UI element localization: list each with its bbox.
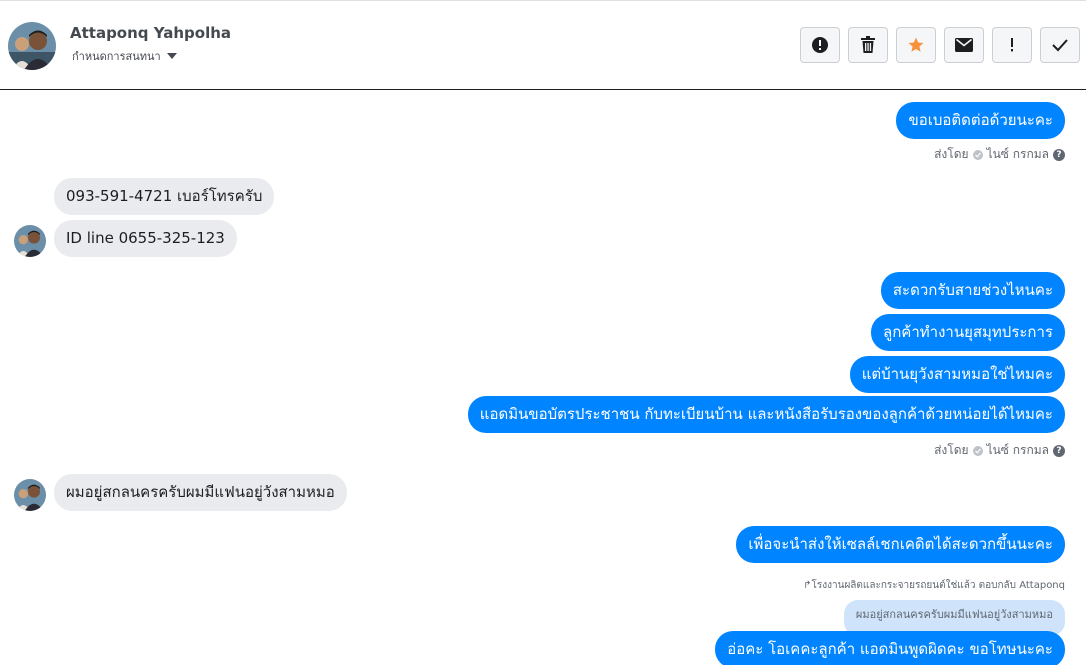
contact-avatar-small[interactable]: [14, 225, 46, 257]
mark-spam-button[interactable]: [800, 27, 840, 63]
reply-note: ↱โรงงานผลิตและกระจายรถยนต์ใช่แล้ว ตอบกลั…: [803, 578, 1065, 593]
sent-by-label: ส่งโดย ไนซ์ กรกมล ?: [934, 441, 1065, 460]
outgoing-message[interactable]: เพื่อจะนำส่งให้เซลล์เชกเคดิตได้สะดวกขึ้น…: [736, 526, 1065, 563]
help-icon[interactable]: ?: [1053, 444, 1065, 457]
outgoing-message[interactable]: แอดมินขอบัตรประชาชน กับทะเบียนบ้าน และหน…: [467, 396, 1065, 433]
contact-avatar[interactable]: [8, 22, 56, 70]
sent-by-text: ส่งโดย: [934, 147, 969, 161]
star-button[interactable]: [896, 27, 936, 63]
toolbar: [800, 27, 1080, 63]
sender-name[interactable]: ไนซ์ กรกมล: [987, 441, 1049, 460]
outgoing-message[interactable]: อ่อคะ โอเคคะลูกค้า แอดมินพูดผิดคะ ขอโทษน…: [715, 631, 1065, 665]
sent-by-text: ส่งโดย: [934, 443, 969, 457]
check-circle-icon: [972, 149, 983, 160]
outgoing-message[interactable]: สะดวกรับสายช่วงไหนคะ: [880, 272, 1065, 309]
sender-name[interactable]: ไนซ์ กรกมล: [987, 145, 1049, 164]
exclamation-icon: [1011, 38, 1013, 52]
reply-note-text: โรงงานผลิตและกระจายรถยนต์ใช่แล้ว ตอบกลับ…: [811, 580, 1065, 591]
mark-important-button[interactable]: [992, 27, 1032, 63]
checkmark-icon: [1052, 39, 1068, 52]
outgoing-message[interactable]: ลูกค้าทำงานยุสมุทประการ: [871, 314, 1065, 351]
message-thread[interactable]: ขอเบอติดต่อด้วยนะคะ ส่งโดย ไนซ์ กรกมล ? …: [0, 90, 1086, 665]
outgoing-message[interactable]: ขอเบอติดต่อด้วยนะคะ: [896, 102, 1065, 139]
envelope-icon: [955, 38, 973, 52]
sent-by-label: ส่งโดย ไนซ์ กรกมล ?: [934, 145, 1065, 164]
mark-done-button[interactable]: [1040, 27, 1080, 63]
conversation-settings-label: กำหนดการสนทนา: [72, 50, 161, 63]
incoming-message[interactable]: ผมอยู่สกลนครครับผมมีแฟนอยู่วังสามหมอ: [54, 474, 347, 511]
mark-unread-button[interactable]: [944, 27, 984, 63]
conversation-settings-dropdown[interactable]: กำหนดการสนทนา: [72, 47, 177, 65]
trash-icon: [861, 36, 875, 53]
help-icon[interactable]: ?: [1053, 148, 1065, 161]
check-circle-icon: [972, 445, 983, 456]
contact-avatar-small[interactable]: [14, 479, 46, 511]
delete-button[interactable]: [848, 27, 888, 63]
incoming-message[interactable]: 093-591-4721 เบอร์โทรครับ: [54, 178, 275, 215]
contact-name[interactable]: Attaponq Yahpolha: [70, 24, 231, 42]
incoming-message[interactable]: ID line 0655-325-123: [54, 220, 237, 257]
caret-down-icon: [166, 53, 177, 59]
outgoing-message[interactable]: แต่บ้านยุวังสามหมอใช่ไหมคะ: [849, 356, 1065, 393]
conversation-header: Attaponq Yahpolha กำหนดการสนทนา: [0, 0, 1086, 90]
star-icon: [908, 37, 924, 52]
alert-circle-icon: [812, 37, 828, 53]
